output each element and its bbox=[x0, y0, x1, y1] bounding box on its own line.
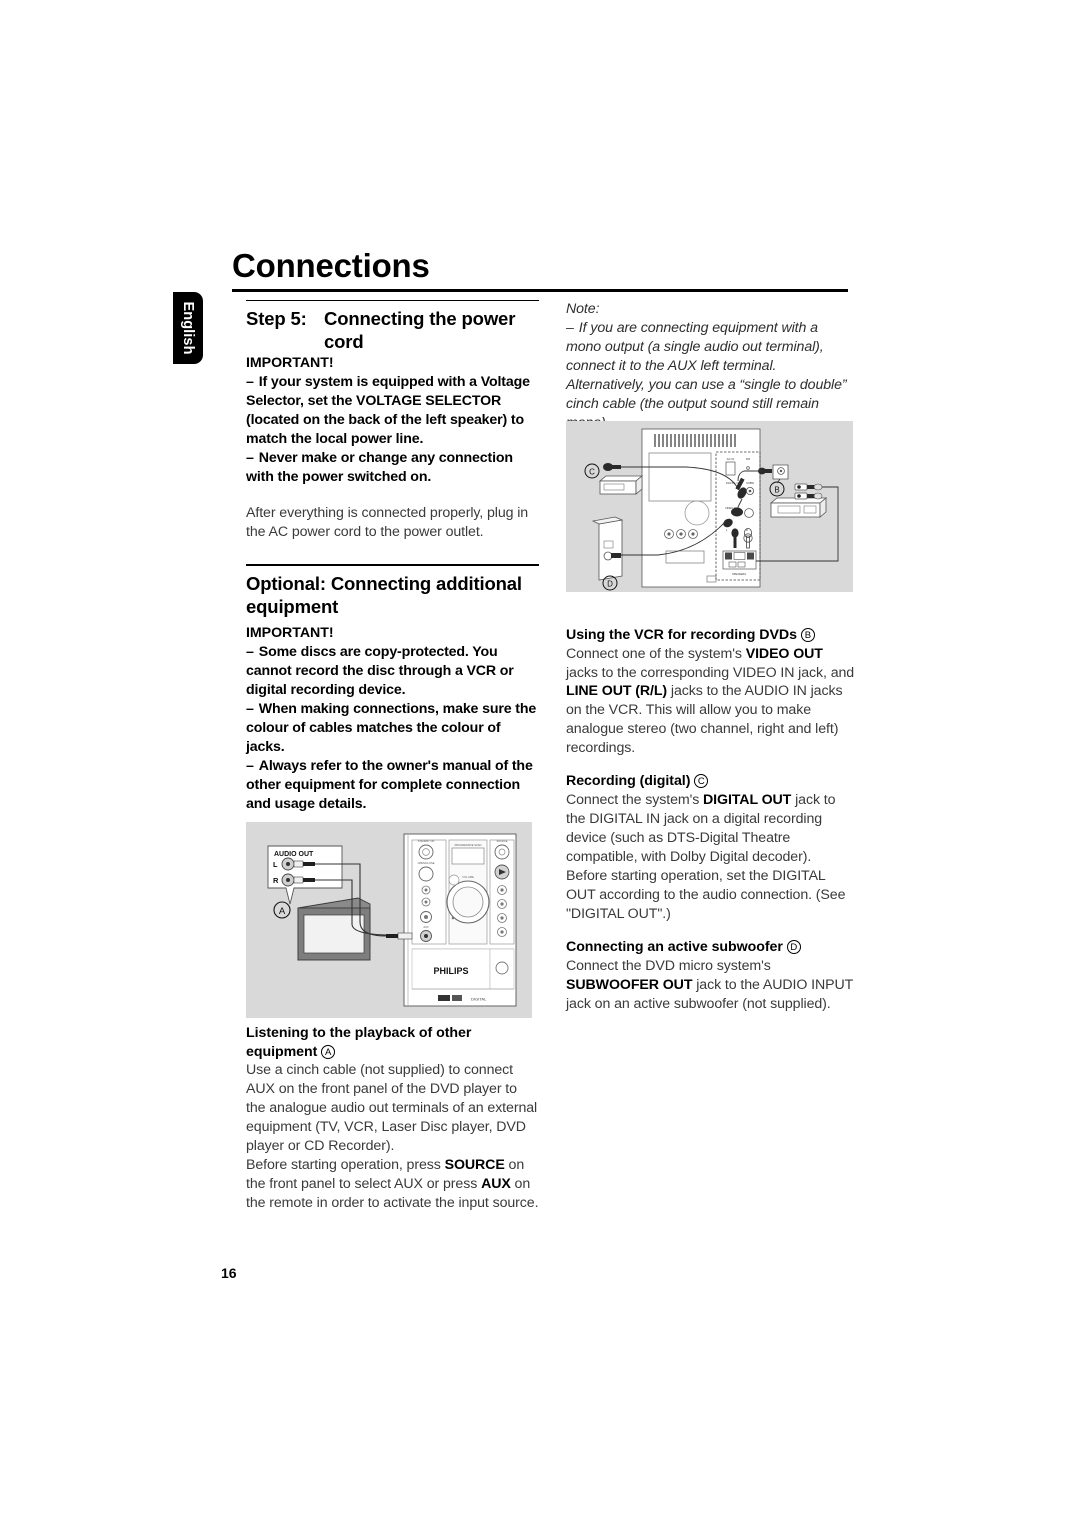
digital-paragraph-2: Before starting operation, set the DIGIT… bbox=[566, 867, 846, 922]
bullet-dash: – bbox=[566, 319, 574, 336]
svg-text:SOURCE: SOURCE bbox=[496, 839, 507, 843]
important-2-bullet-1-text: Some discs are copy-protected. You canno… bbox=[246, 644, 514, 699]
svg-text:SUBW: SUBW bbox=[746, 481, 754, 485]
svg-text:OPEN/CLOSE: OPEN/CLOSE bbox=[418, 861, 435, 865]
bullet-dash: – bbox=[246, 757, 254, 774]
svg-text:AUDIO OUT: AUDIO OUT bbox=[274, 851, 314, 858]
vcr-mid: jacks to the corresponding VIDEO IN jack… bbox=[566, 664, 855, 681]
vcr-paragraph: Connect one of the system's VIDEO OUT ja… bbox=[566, 645, 856, 759]
listening-paragraph-1: Use a cinch cable (not supplied) to conn… bbox=[246, 1062, 538, 1155]
step-title: Connecting the power cord bbox=[324, 308, 516, 353]
heading-subwoofer-text: Connecting an active subwoofer bbox=[566, 938, 783, 955]
svg-text:AUX: AUX bbox=[423, 925, 429, 929]
subwoofer-out-label: SUBWOOFER OUT bbox=[566, 976, 693, 993]
svg-text:D: D bbox=[607, 580, 613, 589]
svg-text:AC IN: AC IN bbox=[727, 457, 734, 461]
svg-text:L: L bbox=[273, 860, 278, 869]
svg-text:C: C bbox=[589, 468, 595, 477]
important-1-bullet-1-text: If your system is equipped with a Voltag… bbox=[246, 373, 530, 447]
heading-active-subwoofer: Connecting an active subwoofer D bbox=[566, 938, 856, 957]
bullet-dash: – bbox=[246, 701, 254, 718]
rear-panel-connection-diagram: AC IN FM DIGITAL OUT SUBW VIDEO OUT L R bbox=[566, 421, 853, 592]
heading-recording-digital: Recording (digital) C bbox=[566, 772, 856, 791]
svg-text:SPEAKERS: SPEAKERS bbox=[732, 572, 746, 576]
note-body: If you are connecting equipment with a m… bbox=[566, 319, 847, 431]
heading-listening-playback: Listening to the playback of other equip… bbox=[246, 1024, 539, 1062]
important-2-bullet-3: – Always refer to the owner's manual of t… bbox=[246, 757, 539, 814]
svg-text:VOLUME: VOLUME bbox=[462, 875, 474, 879]
marker-a-icon: A bbox=[321, 1044, 336, 1059]
subwoofer-pre: Connect the DVD micro system's bbox=[566, 957, 771, 974]
listening-p2-pre: Before starting operation, press bbox=[246, 1157, 445, 1174]
bullet-dash: – bbox=[246, 644, 254, 661]
heading-digital-text: Recording (digital) bbox=[566, 773, 691, 790]
page-title: Connections bbox=[232, 247, 430, 284]
title-divider bbox=[232, 289, 848, 292]
important-1-bullet-2: – Never make or change any connection wit… bbox=[246, 449, 539, 487]
svg-text:FM: FM bbox=[746, 457, 751, 461]
important-title-1: IMPORTANT! bbox=[246, 354, 334, 371]
vcr-pre: Connect one of the system's bbox=[566, 645, 746, 662]
step-label: Step 5: bbox=[246, 308, 307, 330]
language-tab-label: English bbox=[180, 301, 196, 355]
heading-listening-line1: Listening to the playback of other bbox=[246, 1024, 472, 1041]
svg-text:PROGRESSIVE SCAN: PROGRESSIVE SCAN bbox=[455, 843, 482, 847]
line-out-label: LINE OUT (R/L) bbox=[566, 683, 668, 700]
power-cord-paragraph: After everything is connected properly, … bbox=[246, 505, 529, 541]
important-2-bullet-2: – When making connections, make sure the … bbox=[246, 700, 539, 757]
svg-text:A: A bbox=[279, 906, 286, 917]
note-label: Note: bbox=[566, 301, 600, 317]
important-2-bullet-3-text: Always refer to the owner's manual of th… bbox=[246, 757, 533, 812]
aux-button-label: AUX bbox=[481, 1176, 511, 1193]
aux-front-panel-connection-diagram: AUDIO OUT L R A PROGRESSIVE SCAN VOLUME … bbox=[246, 822, 532, 1018]
digital-out-label: DIGITAL OUT bbox=[703, 792, 792, 809]
marker-b-icon: B bbox=[800, 627, 815, 642]
marker-d-icon: D bbox=[786, 939, 801, 954]
important-2-bullet-2-text: When making connections, make sure the c… bbox=[246, 701, 537, 755]
digital-paragraph-1: Connect the system's DIGITAL OUT jack to… bbox=[566, 791, 856, 867]
bullet-dash: – bbox=[246, 449, 254, 466]
digital-pre: Connect the system's bbox=[566, 792, 704, 809]
section-divider-optional bbox=[246, 564, 539, 566]
svg-text:STANDBY ON: STANDBY ON bbox=[418, 839, 435, 843]
language-tab-english: English bbox=[173, 292, 203, 364]
right-column: Note: – If you are connecting equipment w… bbox=[566, 300, 856, 1014]
note-text: – If you are connecting equipment with a … bbox=[566, 319, 856, 433]
important-1-bullet-1: – If your system is equipped with a Volta… bbox=[246, 373, 539, 449]
subwoofer-paragraph: Connect the DVD micro system's SUBWOOFER… bbox=[566, 957, 856, 1014]
heading-vcr-recording: Using the VCR for recording DVDs B bbox=[566, 626, 856, 645]
marker-c-icon: C bbox=[694, 774, 709, 789]
important-1-bullet-2-text: Never make or change any connection with… bbox=[246, 449, 513, 485]
heading-vcr-text: Using the VCR for recording DVDs bbox=[566, 626, 797, 643]
svg-text:R: R bbox=[273, 876, 279, 885]
source-button-label: SOURCE bbox=[444, 1157, 505, 1174]
section-divider-step5 bbox=[246, 300, 539, 302]
heading-step-5: Step 5: Connecting the power cord bbox=[246, 308, 539, 354]
left-column: Step 5: Connecting the power cord IMPORTA… bbox=[246, 300, 539, 1213]
video-out-label: VIDEO OUT bbox=[745, 645, 823, 662]
important-title-2: IMPORTANT! bbox=[246, 625, 334, 642]
svg-text:B: B bbox=[774, 486, 779, 495]
bullet-dash: – bbox=[246, 373, 254, 390]
svg-text:DIGITAL: DIGITAL bbox=[471, 997, 487, 1002]
page-number: 16 bbox=[221, 1265, 237, 1281]
svg-text:PHILIPS: PHILIPS bbox=[433, 966, 468, 976]
important-2-bullet-1: – Some discs are copy-protected. You cann… bbox=[246, 643, 539, 700]
listening-paragraph-2: Before starting operation, press SOURCE … bbox=[246, 1156, 539, 1213]
document-page: English Connections Step 5: Connecting th… bbox=[0, 0, 1080, 1528]
heading-optional-equipment: Optional: Connecting additional equipmen… bbox=[246, 572, 522, 617]
heading-listening-line2: equipment bbox=[246, 1043, 318, 1060]
